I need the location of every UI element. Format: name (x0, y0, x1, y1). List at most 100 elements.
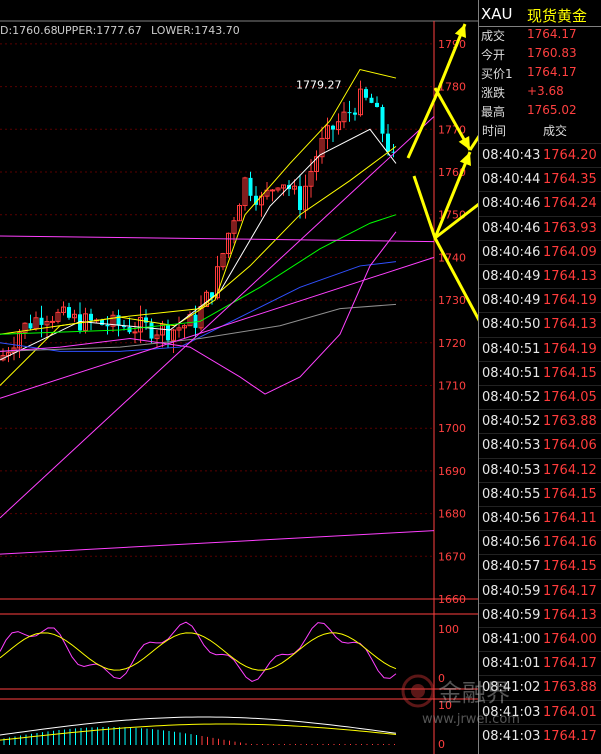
quote-row: 买价1 1764.17 (479, 65, 601, 83)
tick-time: 08:40:49 (482, 269, 541, 284)
tick-time: 08:40:51 (482, 365, 541, 381)
candle-body (50, 320, 55, 323)
chart-canvas[interactable]: 1660167016801690170017101720173017401750… (0, 0, 478, 754)
tick-time: 08:40:46 (482, 196, 541, 212)
tick-price: 1764.15 (543, 365, 597, 381)
peak-annotation: 1779.27 (296, 79, 342, 92)
tick-price: 1764.19 (543, 293, 597, 309)
quote-row: 今开 1760.83 (479, 46, 601, 64)
macd-tick-label: 0 (438, 738, 445, 751)
tick-price: 1764.05 (543, 390, 597, 405)
watermark: 金融界 www.jrwel.com (396, 669, 546, 729)
price-tick-label: 1710 (438, 380, 466, 393)
tick-time: 08:40:57 (482, 559, 541, 575)
tick-time: 08:40:52 (482, 390, 541, 405)
tick-time: 08:40:49 (482, 293, 541, 309)
annotation-arrow-line (412, 151, 472, 240)
quote-panel: XAU 现货黄金 成交 1764.17 今开 1760.83 买价1 1764.17 涨跌 +… (478, 0, 601, 754)
price-tick-label: 1720 (438, 337, 466, 350)
quote-value: 1764.17 (527, 27, 577, 41)
tick-price: 1764.19 (543, 341, 597, 357)
quote-value: 1760.83 (527, 46, 577, 60)
tick-row[interactable]: 08:40:51 1764.15 (479, 360, 601, 386)
tick-price: 1764.00 (543, 632, 597, 647)
candle-body (353, 112, 357, 115)
ticks-header: 时间 成交 (479, 118, 601, 142)
candle-body (380, 107, 385, 134)
quote-label: 买价1 (481, 67, 513, 81)
osc-line-d (0, 632, 397, 671)
tick-price: 1764.01 (543, 704, 597, 720)
tick-price: 1763.93 (543, 220, 597, 236)
tick-row[interactable]: 08:40:53 1764.06 (479, 433, 601, 458)
tick-time: 08:40:56 (482, 511, 541, 526)
candle-body (386, 133, 390, 152)
tick-row[interactable]: 08:40:56 1764.16 (479, 530, 601, 555)
candle-body (347, 112, 352, 114)
tick-price: 1764.13 (543, 317, 597, 333)
tick-price: 1764.13 (543, 607, 597, 623)
price-tick-label: 1790 (438, 38, 466, 51)
tick-time: 08:40:59 (482, 607, 541, 623)
tick-row[interactable]: 08:40:55 1764.15 (479, 481, 601, 507)
tick-time: 08:40:55 (482, 486, 541, 502)
quote-row: 成交 1764.17 (479, 27, 601, 45)
tick-row[interactable]: 08:40:46 1764.24 (479, 191, 601, 216)
tick-time: 08:40:43 (482, 148, 541, 163)
watermark-brand: 金融界 (438, 679, 510, 707)
tick-time: 08:41:00 (482, 632, 541, 647)
tick-price: 1764.09 (543, 244, 597, 260)
tick-row[interactable]: 08:40:44 1764.35 (479, 167, 601, 192)
tick-time: 08:40:46 (482, 220, 541, 236)
tick-row[interactable]: 08:40:43 1764.20 (479, 143, 601, 168)
tick-price: 1764.12 (543, 462, 597, 478)
price-tick-label: 1680 (438, 508, 466, 521)
tick-row[interactable]: 08:40:57 1764.15 (479, 554, 601, 579)
tick-row[interactable]: 08:40:49 1764.19 (479, 288, 601, 313)
tick-price: 1764.06 (543, 438, 597, 454)
tick-row[interactable]: 08:40:49 1764.13 (479, 264, 601, 289)
ticks-header-price: 成交 (543, 124, 568, 138)
tick-row[interactable]: 08:40:46 1764.09 (479, 239, 601, 265)
candle-body (248, 177, 253, 196)
tick-row[interactable]: 08:40:52 1764.05 (479, 385, 601, 410)
symbol-name: 现货黄金 (527, 7, 588, 25)
quote-label: 成交 (481, 29, 506, 43)
quote-label: 今开 (481, 48, 506, 62)
tick-time: 08:40:44 (482, 172, 541, 188)
tick-row[interactable]: 08:40:50 1764.13 (479, 312, 601, 337)
tick-time: 08:40:50 (482, 317, 541, 333)
annotation-arrow-line (468, 134, 478, 151)
candle-body (67, 307, 71, 318)
horizontal-line-lower (0, 530, 435, 555)
price-tick-label: 1660 (438, 593, 466, 606)
watermark-logo-icon: 金融界 www.jrwel.com (401, 674, 520, 727)
candle-body (364, 89, 368, 98)
watermark-url: www.jrwel.com (422, 712, 520, 727)
tick-row[interactable]: 08:40:56 1764.11 (479, 506, 601, 531)
kline-chart[interactable]: 1660 1670 1680 1690 1700 1710 1720 1730 1740 1750… (0, 0, 478, 754)
tick-row[interactable]: 08:40:59 1764.17 (479, 578, 601, 604)
tick-row[interactable]: 08:40:51 1764.19 (479, 336, 601, 362)
candle-body (166, 324, 170, 341)
quote-row: 涨跌 +3.68 (479, 84, 601, 102)
tick-price: 1764.20 (543, 148, 597, 163)
horizontal-line-upper (0, 235, 435, 243)
tick-price: 1764.16 (543, 535, 597, 551)
price-tick-label: 1670 (438, 550, 466, 563)
ma-white-line (0, 128, 397, 361)
candle-body (369, 97, 374, 103)
boll-lower-label: LOWER:1743.70 (151, 24, 240, 37)
candle-body (105, 324, 110, 327)
tick-row[interactable]: 08:40:46 1763.93 (479, 215, 601, 241)
tick-price: 1764.17 (543, 583, 597, 599)
tick-row[interactable]: 08:40:52 1763.88 (479, 409, 601, 434)
tick-price: 1763.88 (543, 680, 597, 696)
tick-time: 08:40:53 (482, 462, 541, 478)
tick-row[interactable]: 08:40:53 1764.12 (479, 457, 601, 483)
osc-tick-label: 100 (438, 623, 459, 636)
tick-time: 08:40:59 (482, 583, 541, 599)
tick-row[interactable]: 08:41:00 1764.00 (479, 627, 601, 652)
price-tick-label: 1730 (438, 294, 466, 307)
tick-row[interactable]: 08:40:59 1764.13 (479, 602, 601, 628)
